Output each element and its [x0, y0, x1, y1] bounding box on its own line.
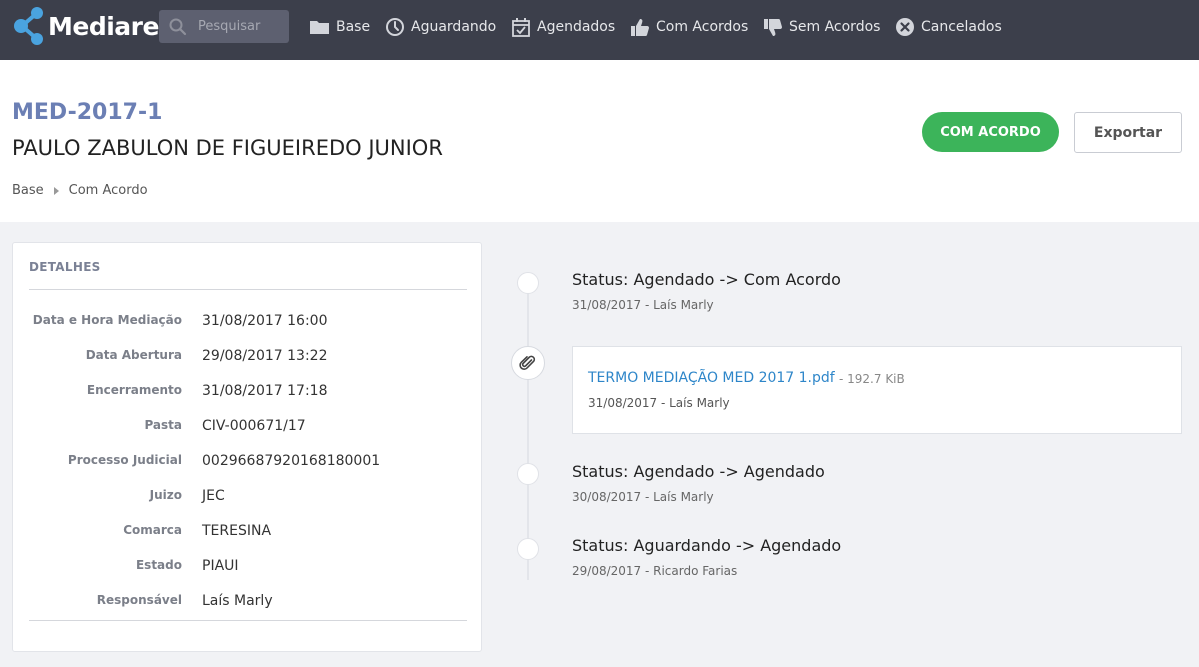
detail-value: 00296687920168180001 — [202, 453, 381, 469]
timeline-event-title: Status: Aguardando -> Agendado — [572, 536, 842, 555]
timeline-dot — [517, 538, 539, 560]
detail-row: Data Abertura 29/08/2017 13:22 — [13, 348, 483, 368]
detail-value: JEC — [202, 488, 225, 504]
search-input[interactable] — [191, 10, 285, 43]
detail-label: Encerramento — [86, 383, 182, 397]
nav-item-label: Sem Acordos — [789, 19, 881, 35]
detail-value: Laís Marly — [202, 593, 273, 609]
top-navbar: Mediare Base Aguardando Agendados — [0, 0, 1199, 60]
detail-row: Data e Hora Mediação 31/08/2017 16:00 — [13, 313, 483, 333]
timeline-attachment-marker — [511, 346, 545, 380]
detail-value: CIV-000671/17 — [202, 418, 306, 434]
detail-value: TERESINA — [202, 523, 272, 539]
details-panel: DETALHES Data e Hora Mediação 31/08/2017… — [12, 242, 482, 652]
search-box — [159, 10, 289, 43]
thumbs-up-icon — [631, 18, 649, 36]
nav-item-label: Cancelados — [921, 19, 1002, 35]
attachment-card: TERMO MEDIAÇÃO MED 2017 1.pdf - 192.7 Ki… — [572, 346, 1182, 434]
detail-value: 31/08/2017 17:18 — [202, 383, 328, 399]
breadcrumb-item-base[interactable]: Base — [12, 183, 44, 198]
detail-value: 31/08/2017 16:00 — [202, 313, 328, 329]
case-party-name: PAULO ZABULON DE FIGUEIREDO JUNIOR — [12, 136, 443, 160]
search-icon — [169, 18, 187, 36]
detail-label: Juizo — [149, 488, 182, 502]
detail-label: Data e Hora Mediação — [32, 313, 182, 327]
detail-label: Estado — [135, 558, 182, 572]
breadcrumb-item-current: Com Acordo — [68, 183, 148, 198]
attachment-meta: 31/08/2017 - Laís Marly — [588, 396, 730, 410]
nav-item-cancelados[interactable]: Cancelados — [895, 16, 1002, 38]
detail-label: Processo Judicial — [67, 453, 182, 467]
detail-row: Encerramento 31/08/2017 17:18 — [13, 383, 483, 403]
cancel-icon — [896, 18, 914, 36]
folder-icon — [310, 21, 329, 34]
export-button[interactable]: Exportar — [1074, 112, 1182, 153]
timeline-dot — [517, 272, 539, 294]
timeline-dot — [517, 463, 539, 485]
detail-row: Processo Judicial 00296687920168180001 — [13, 453, 483, 473]
case-code: MED-2017-1 — [12, 100, 163, 125]
calendar-icon — [512, 17, 530, 37]
nav-item-aguardando[interactable]: Aguardando — [385, 16, 496, 38]
nav-item-sem-acordos[interactable]: Sem Acordos — [763, 16, 880, 38]
timeline-event-title: Status: Agendado -> Agendado — [572, 462, 825, 481]
status-button[interactable]: COM ACORDO — [922, 112, 1059, 152]
detail-label: Comarca — [123, 523, 182, 537]
detail-label: Data Abertura — [85, 348, 182, 362]
nav-item-label: Aguardando — [411, 19, 497, 35]
detail-value: 29/08/2017 13:22 — [202, 348, 328, 364]
nav-item-com-acordos[interactable]: Com Acordos — [630, 16, 748, 38]
breadcrumb: Base Com Acordo — [12, 183, 148, 198]
share-logo-icon — [14, 7, 43, 45]
timeline-event-title: Status: Agendado -> Com Acordo — [572, 270, 841, 289]
attachment-link[interactable]: TERMO MEDIAÇÃO MED 2017 1.pdf — [588, 370, 835, 386]
nav-item-label: Base — [336, 19, 371, 35]
nav-item-label: Agendados — [537, 19, 616, 35]
divider — [29, 289, 467, 290]
page-header: MED-2017-1 PAULO ZABULON DE FIGUEIREDO J… — [0, 60, 1199, 222]
detail-row: Estado PIAUI — [13, 558, 483, 578]
details-title: DETALHES — [29, 260, 101, 274]
breadcrumb-separator-icon — [53, 186, 59, 195]
timeline-event-meta: 30/08/2017 - Laís Marly — [572, 490, 714, 504]
brand-name: Mediare — [48, 11, 159, 41]
timeline-line — [527, 282, 529, 580]
brand-logo[interactable]: Mediare — [12, 6, 159, 46]
detail-label: Pasta — [144, 418, 182, 432]
nav-item-base[interactable]: Base — [309, 16, 370, 38]
attachment-size: - 192.7 KiB — [839, 372, 905, 386]
clock-icon — [386, 18, 404, 36]
detail-row: Comarca TERESINA — [13, 523, 483, 543]
paperclip-icon — [519, 355, 536, 370]
timeline-event-meta: 31/08/2017 - Laís Marly — [572, 298, 714, 312]
timeline-event-meta: 29/08/2017 - Ricardo Farias — [572, 564, 738, 578]
detail-row: Pasta CIV-000671/17 — [13, 418, 483, 438]
detail-row: Juizo JEC — [13, 488, 483, 508]
thumbs-down-icon — [764, 18, 782, 36]
divider — [29, 620, 467, 621]
detail-row: Responsável Laís Marly — [13, 593, 483, 613]
nav-item-label: Com Acordos — [656, 19, 749, 35]
detail-label: Responsável — [96, 593, 182, 607]
detail-value: PIAUI — [202, 558, 239, 574]
nav-item-agendados[interactable]: Agendados — [511, 16, 615, 38]
